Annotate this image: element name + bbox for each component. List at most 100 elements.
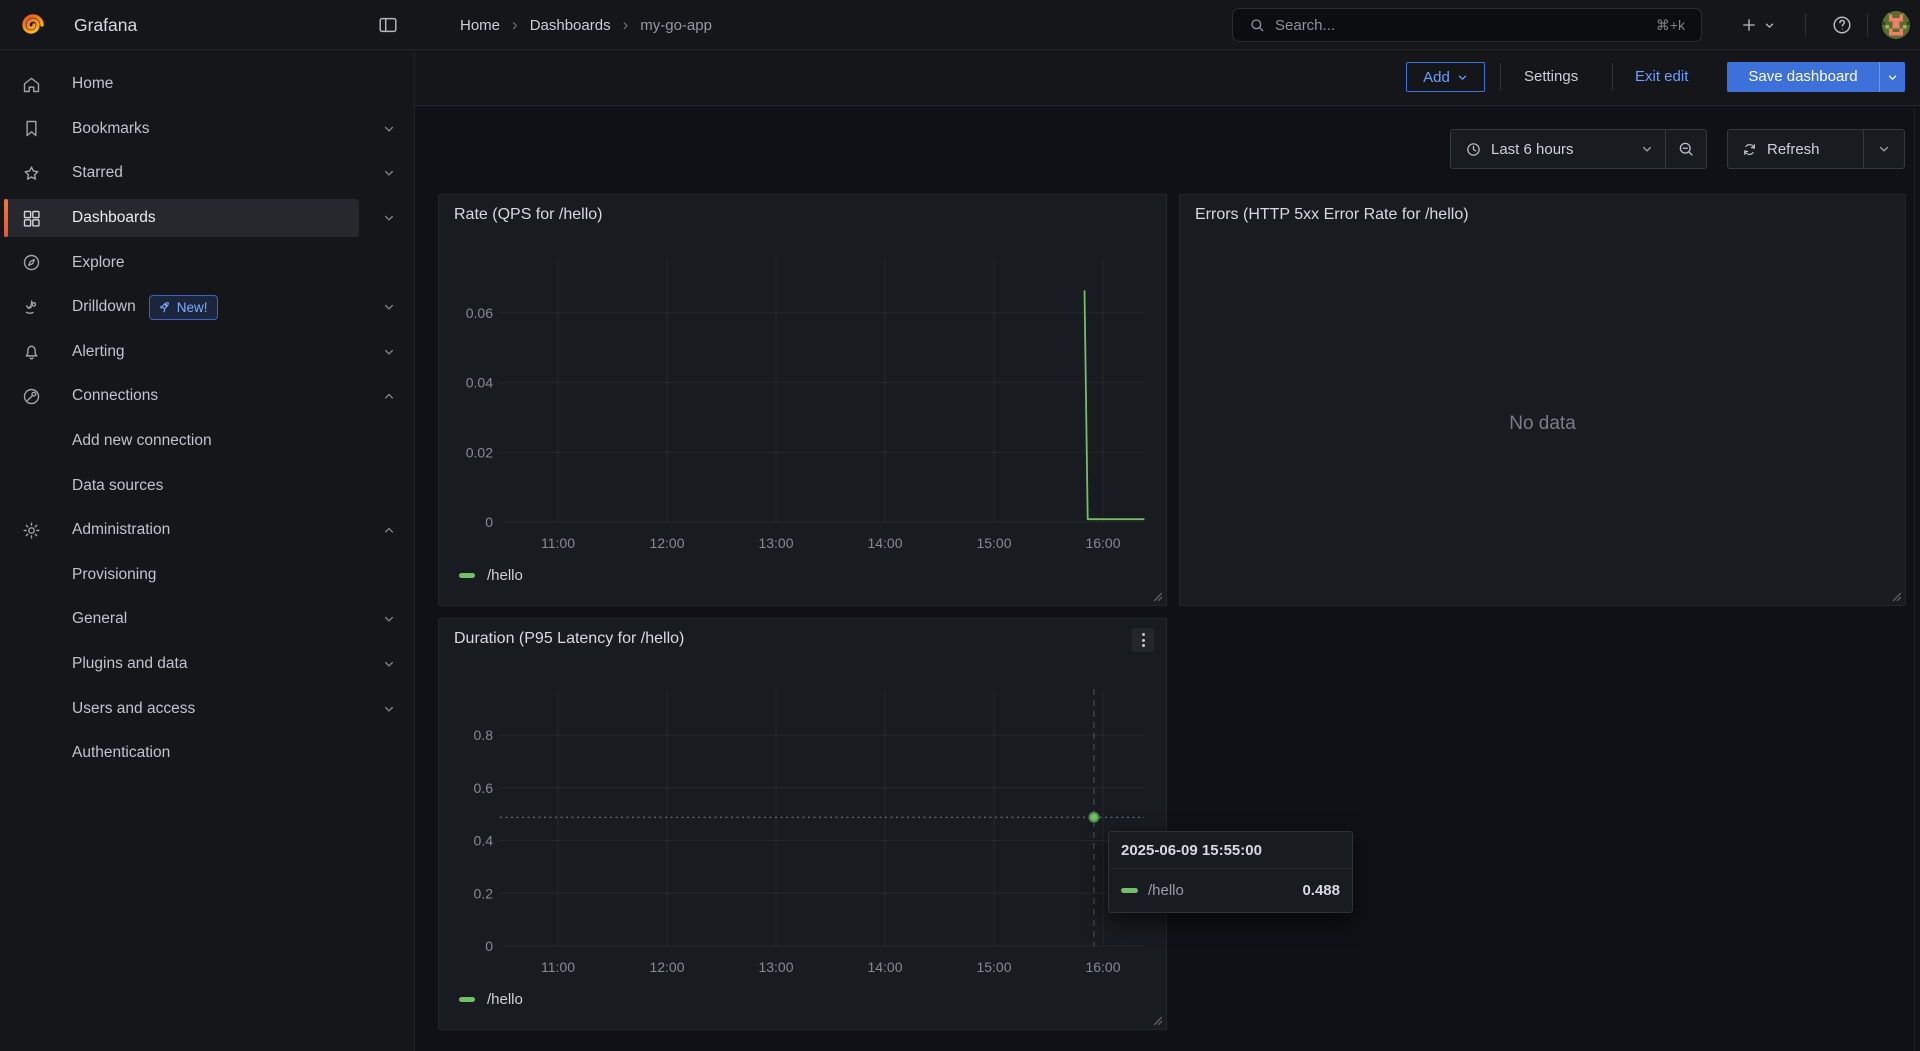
sidebar-item-users-and-access[interactable]: Users and access	[0, 686, 414, 731]
svg-text:11:00: 11:00	[541, 535, 575, 551]
sidebar-item-label: Starred	[72, 164, 123, 182]
active-indicator-bar	[4, 199, 8, 238]
dashboard-settings-button[interactable]: Settings	[1524, 62, 1578, 92]
legend-label: /hello	[487, 991, 523, 1008]
breadcrumb-home[interactable]: Home	[460, 17, 500, 34]
grid-icon	[18, 208, 44, 229]
sidebar-item-label: Home	[72, 75, 113, 93]
chevron-down-icon	[1457, 72, 1468, 83]
dock-sidebar-icon[interactable]	[377, 13, 401, 37]
svg-text:0.8: 0.8	[474, 727, 494, 743]
svg-text:15:00: 15:00	[976, 535, 1011, 551]
no-data-message: No data	[1180, 413, 1905, 435]
chevron-up-icon[interactable]	[383, 390, 395, 402]
app-name: Grafana	[74, 0, 137, 50]
svg-text:14:00: 14:00	[867, 535, 902, 551]
chevron-down-icon[interactable]	[383, 167, 395, 179]
sidebar-item-label: Add new connection	[72, 432, 212, 450]
breadcrumb-dashboards[interactable]: Dashboards	[530, 17, 611, 34]
svg-text:0.02: 0.02	[466, 444, 493, 460]
svg-text:0.6: 0.6	[474, 780, 494, 796]
breadcrumb-separator: ›	[623, 16, 629, 33]
sidebar-item-label: Drilldown	[72, 298, 136, 316]
chevron-down-icon[interactable]	[383, 123, 395, 135]
sidebar-item-connections[interactable]: Connections	[0, 374, 414, 419]
legend-item[interactable]: /hello	[459, 567, 523, 584]
panel-resize-handle[interactable]	[1151, 1014, 1163, 1026]
svg-text:0.4: 0.4	[474, 833, 494, 849]
breadcrumb-current-page: my-go-app	[640, 17, 712, 34]
panel-resize-handle[interactable]	[1890, 590, 1902, 602]
tooltip-timestamp: 2025-06-09 15:55:00	[1109, 832, 1352, 869]
sidebar-item-data-sources[interactable]: Data sources	[0, 463, 414, 508]
zoom-out-icon	[1677, 140, 1695, 158]
svg-text:14:00: 14:00	[867, 959, 902, 975]
refresh-button[interactable]: Refresh	[1728, 130, 1863, 168]
chevron-down-icon[interactable]	[383, 658, 395, 670]
svg-text:0: 0	[485, 514, 493, 530]
search-shortcut: ⌘+k	[1656, 17, 1685, 34]
refresh-controls[interactable]: Refresh	[1727, 129, 1905, 169]
breadcrumb-separator: ›	[512, 16, 518, 33]
toolbar-divider	[1612, 63, 1613, 91]
grafana-logo-icon[interactable]	[17, 9, 49, 41]
series-color-dash	[459, 997, 475, 1002]
bell-icon	[18, 341, 44, 362]
refresh-interval-dropdown[interactable]	[1863, 130, 1904, 168]
sidebar-item-label: Authentication	[72, 744, 170, 762]
panel-rate: Rate (QPS for /hello) 11:0012:0013:0014:…	[438, 194, 1167, 606]
panel-resize-handle[interactable]	[1151, 590, 1163, 602]
avatar[interactable]	[1882, 11, 1910, 39]
duration-chart-area[interactable]: 11:0012:0013:0014:0015:0016:0000.20.40.6…	[439, 619, 1168, 1031]
sidebar-item-starred[interactable]: Starred	[0, 151, 414, 196]
dashboard-canvas: Last 6 hours Refresh	[415, 105, 1920, 1051]
chevron-down-icon	[1764, 20, 1775, 31]
star-icon	[18, 163, 44, 184]
sidebar-item-home[interactable]: Home	[0, 62, 414, 107]
tooltip-series-row: /hello 0.488	[1109, 869, 1352, 912]
sidebar-item-alerting[interactable]: Alerting	[0, 330, 414, 375]
sidebar-item-label: Dashboards	[72, 209, 156, 227]
save-dashboard-button[interactable]: Save dashboard	[1727, 62, 1905, 92]
search-icon	[1249, 17, 1265, 33]
add-panel-button[interactable]: Add	[1406, 62, 1485, 92]
svg-text:16:00: 16:00	[1085, 535, 1120, 551]
sidebar-item-add-new-connection[interactable]: Add new connection	[0, 419, 414, 464]
exit-edit-button[interactable]: Exit edit	[1635, 62, 1688, 92]
panel-title[interactable]: Errors (HTTP 5xx Error Rate for /hello)	[1195, 206, 1469, 224]
chevron-down-icon[interactable]	[383, 703, 395, 715]
chevron-up-icon[interactable]	[383, 524, 395, 536]
sidebar-item-dashboards[interactable]: Dashboards	[0, 196, 414, 241]
sidebar-item-general[interactable]: General	[0, 597, 414, 642]
sidebar-item-label: Bookmarks	[72, 120, 150, 138]
plus-icon	[1740, 16, 1758, 34]
sidebar-item-plugins-and-data[interactable]: Plugins and data	[0, 642, 414, 687]
time-range-picker[interactable]: Last 6 hours	[1450, 129, 1707, 169]
sidebar-item-administration[interactable]: Administration	[0, 508, 414, 553]
zoom-out-time-button[interactable]	[1665, 130, 1706, 168]
chevron-down-icon[interactable]	[383, 301, 395, 313]
help-icon[interactable]	[1831, 13, 1855, 37]
sidebar-item-authentication[interactable]: Authentication	[0, 731, 414, 776]
sidebar-item-explore[interactable]: Explore	[0, 240, 414, 285]
chevron-down-icon[interactable]	[383, 212, 395, 224]
home-icon	[18, 74, 44, 95]
chevron-down-icon[interactable]	[383, 346, 395, 358]
clock-icon	[1465, 141, 1482, 158]
panel-duration: Duration (P95 Latency for /hello) 11:001…	[438, 618, 1167, 1030]
canvas-right-edge	[1914, 106, 1915, 1051]
chevron-down-icon[interactable]	[383, 613, 395, 625]
time-range-label: Last 6 hours	[1491, 141, 1574, 158]
new-menu-button[interactable]	[1740, 12, 1775, 38]
search-input[interactable]: Search... ⌘+k	[1232, 8, 1702, 42]
sidebar-item-provisioning[interactable]: Provisioning	[0, 553, 414, 598]
sidebar-item-label: Administration	[72, 521, 170, 539]
breadcrumb: Home › Dashboards › my-go-app	[460, 0, 712, 50]
sidebar-item-drilldown[interactable]: DrilldownNew!	[0, 285, 414, 330]
svg-text:11:00: 11:00	[541, 959, 575, 975]
svg-text:0.2: 0.2	[474, 885, 494, 901]
rate-chart-area[interactable]: 11:0012:0013:0014:0015:0016:0000.020.040…	[439, 195, 1168, 607]
chevron-down-icon[interactable]	[1879, 62, 1905, 92]
sidebar-item-bookmarks[interactable]: Bookmarks	[0, 107, 414, 152]
legend-item[interactable]: /hello	[459, 991, 523, 1008]
